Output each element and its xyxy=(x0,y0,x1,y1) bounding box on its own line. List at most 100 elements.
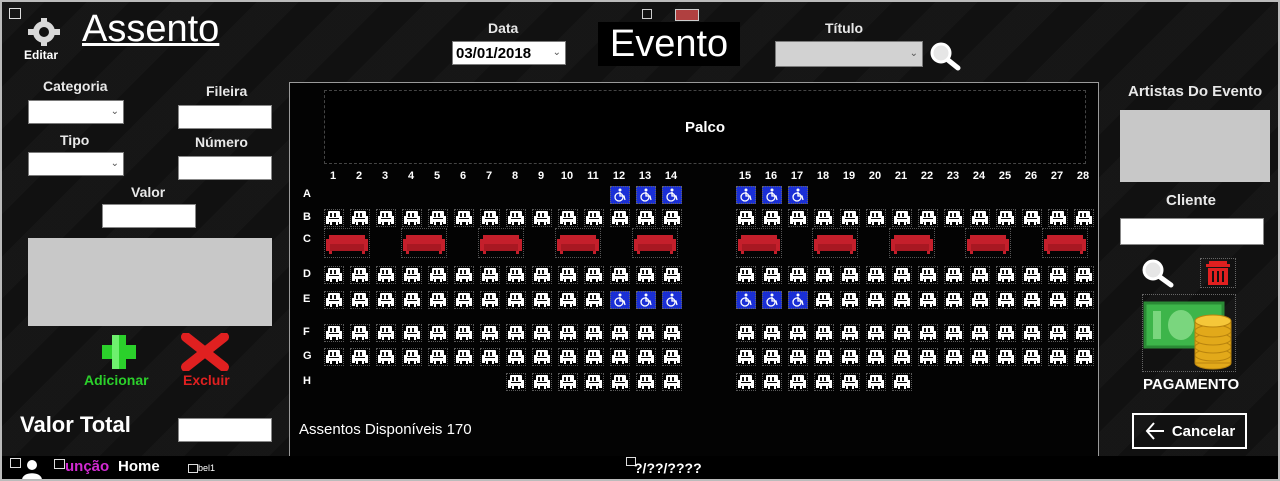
seat[interactable] xyxy=(736,209,756,227)
seat[interactable] xyxy=(996,266,1016,284)
seat[interactable] xyxy=(840,266,860,284)
seat[interactable] xyxy=(402,266,422,284)
seat[interactable] xyxy=(584,209,604,227)
seat[interactable] xyxy=(1074,266,1094,284)
seat[interactable] xyxy=(376,348,396,366)
seat[interactable] xyxy=(662,266,682,284)
wheelchair-seat[interactable] xyxy=(662,186,682,204)
wheelchair-seat[interactable] xyxy=(736,291,756,309)
payment-button[interactable] xyxy=(1142,294,1236,372)
seat[interactable] xyxy=(892,348,912,366)
seat[interactable] xyxy=(584,291,604,309)
seat[interactable] xyxy=(866,266,886,284)
sofa-seat[interactable] xyxy=(324,228,370,258)
seat[interactable] xyxy=(558,373,578,391)
sofa-seat[interactable] xyxy=(812,228,858,258)
client-input[interactable] xyxy=(1120,218,1264,245)
sofa-seat[interactable] xyxy=(889,228,935,258)
seat[interactable] xyxy=(636,348,656,366)
wheelchair-seat[interactable] xyxy=(610,186,630,204)
seat[interactable] xyxy=(866,291,886,309)
seat[interactable] xyxy=(1048,324,1068,342)
seat[interactable] xyxy=(324,291,344,309)
seat[interactable] xyxy=(350,291,370,309)
seat[interactable] xyxy=(918,266,938,284)
seat[interactable] xyxy=(610,324,630,342)
seat[interactable] xyxy=(970,348,990,366)
seat[interactable] xyxy=(866,324,886,342)
seat[interactable] xyxy=(532,324,552,342)
seat[interactable] xyxy=(428,324,448,342)
cancel-button[interactable]: Cancelar xyxy=(1132,413,1247,449)
seat[interactable] xyxy=(866,373,886,391)
seat[interactable] xyxy=(892,324,912,342)
seat[interactable] xyxy=(454,266,474,284)
seat[interactable] xyxy=(1022,324,1042,342)
seat[interactable] xyxy=(402,348,422,366)
edit-button[interactable]: Editar xyxy=(24,18,64,62)
seat[interactable] xyxy=(506,373,526,391)
seat[interactable] xyxy=(402,324,422,342)
seat[interactable] xyxy=(1074,291,1094,309)
date-picker[interactable]: 03/01/2018 ⌄ xyxy=(452,41,566,65)
seat[interactable] xyxy=(584,373,604,391)
seat[interactable] xyxy=(892,266,912,284)
wheelchair-seat[interactable] xyxy=(636,291,656,309)
seat[interactable] xyxy=(558,291,578,309)
seat[interactable] xyxy=(762,266,782,284)
seat[interactable] xyxy=(944,324,964,342)
seat[interactable] xyxy=(814,209,834,227)
seat[interactable] xyxy=(814,324,834,342)
seat[interactable] xyxy=(1022,291,1042,309)
wheelchair-seat[interactable] xyxy=(788,291,808,309)
seat[interactable] xyxy=(1048,348,1068,366)
seat[interactable] xyxy=(736,266,756,284)
seat[interactable] xyxy=(506,209,526,227)
seat[interactable] xyxy=(610,266,630,284)
seat[interactable] xyxy=(610,373,630,391)
seat[interactable] xyxy=(376,266,396,284)
seat[interactable] xyxy=(866,209,886,227)
seat[interactable] xyxy=(814,348,834,366)
seat[interactable] xyxy=(918,324,938,342)
seat[interactable] xyxy=(662,373,682,391)
seat[interactable] xyxy=(428,209,448,227)
seat[interactable] xyxy=(610,209,630,227)
seat[interactable] xyxy=(970,209,990,227)
seat[interactable] xyxy=(788,373,808,391)
seat[interactable] xyxy=(480,266,500,284)
seat[interactable] xyxy=(1048,266,1068,284)
seat[interactable] xyxy=(454,324,474,342)
seat[interactable] xyxy=(944,209,964,227)
seat[interactable] xyxy=(324,209,344,227)
seat[interactable] xyxy=(736,324,756,342)
seat[interactable] xyxy=(584,266,604,284)
seat[interactable] xyxy=(892,209,912,227)
seat[interactable] xyxy=(662,324,682,342)
seat[interactable] xyxy=(610,348,630,366)
sofa-seat[interactable] xyxy=(1042,228,1088,258)
categoria-select[interactable]: ⌄ xyxy=(28,100,124,124)
seat[interactable] xyxy=(350,348,370,366)
seat[interactable] xyxy=(376,209,396,227)
seat[interactable] xyxy=(840,209,860,227)
seat[interactable] xyxy=(558,348,578,366)
seat[interactable] xyxy=(1022,266,1042,284)
seat[interactable] xyxy=(532,348,552,366)
seat[interactable] xyxy=(558,324,578,342)
seat[interactable] xyxy=(480,324,500,342)
seat[interactable] xyxy=(324,348,344,366)
seat[interactable] xyxy=(1074,324,1094,342)
seat[interactable] xyxy=(762,373,782,391)
seat[interactable] xyxy=(918,348,938,366)
seat[interactable] xyxy=(996,291,1016,309)
seat[interactable] xyxy=(736,373,756,391)
seat[interactable] xyxy=(996,209,1016,227)
seat[interactable] xyxy=(480,348,500,366)
valor-total-input[interactable] xyxy=(178,418,272,442)
seat[interactable] xyxy=(814,373,834,391)
seat[interactable] xyxy=(1048,209,1068,227)
search-event-button[interactable] xyxy=(927,40,963,72)
search-client-button[interactable] xyxy=(1138,257,1178,289)
sofa-seat[interactable] xyxy=(401,228,447,258)
